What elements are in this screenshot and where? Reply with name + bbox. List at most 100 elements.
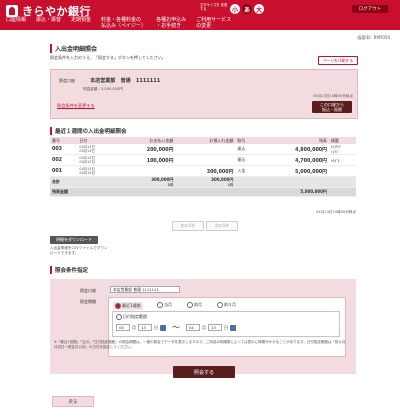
table-row: 001 04月13日 04月13日 300,000円 入金 5,000,000円 — [50, 165, 356, 177]
print-page-button[interactable]: ページを印刷する — [318, 56, 358, 65]
prev-page-button[interactable]: 前の5件 — [172, 221, 204, 231]
font-size-large-button[interactable]: 大 — [254, 4, 264, 14]
nav-account-info[interactable]: 口座情報 — [6, 17, 26, 29]
radio-date-range[interactable]: 日付指定範囲 — [116, 314, 147, 320]
conditions-panel: 照会口座 本店営業部 普通 1111111 照会期間 最近1週間 当月 前月 前… — [50, 279, 356, 374]
to-day-select[interactable]: 13 — [208, 324, 222, 331]
row-payment: 100,000円 — [115, 154, 176, 166]
back-button[interactable]: 戻る — [52, 396, 94, 407]
radio-two-months-ago-label: 前々月 — [224, 302, 236, 307]
row-memo: ｶ)ｺｳﾔﾏ ｼｮｳｼﾞ — [328, 144, 356, 155]
from-day-select[interactable]: 13 — [138, 324, 152, 331]
nav-applications[interactable]: 各種お申込み ・お手続き — [156, 17, 186, 29]
total-label: 合計 — [50, 176, 78, 188]
col-type: 取引 — [235, 137, 259, 144]
account-label: 照会口座 — [59, 78, 75, 83]
calendar-icon[interactable] — [230, 324, 236, 331]
logout-button[interactable]: ログアウト — [352, 5, 388, 13]
nav-time-deposit[interactable]: 定期預金 — [71, 17, 91, 29]
radio-two-months-ago[interactable]: 前々月 — [217, 302, 236, 308]
radio-last-week-label: 最近1週間 — [122, 303, 141, 308]
radio-this-month[interactable]: 当月 — [157, 302, 172, 308]
col-memo: 摘要 — [328, 137, 356, 144]
row-no: 002 — [50, 154, 78, 166]
radio-last-month-label: 前月 — [194, 302, 202, 307]
next-page-button[interactable]: 次の5件 — [206, 221, 238, 231]
nav-transfer[interactable]: 振込・振替 — [36, 17, 61, 29]
csv-note: 入出金明細をCSVファイルでダウンロードできます。 — [50, 246, 108, 255]
day-label: 日 — [224, 324, 228, 330]
transfer-from-account-button[interactable]: この口座から 振込・振替 — [312, 101, 352, 113]
range-tilde: 〜 — [172, 323, 180, 332]
row-balance: 4,700,000円 — [258, 154, 329, 166]
balance-value: 5,000,000円 — [258, 187, 329, 197]
nav-service-change[interactable]: ご利用サービス の変更 — [196, 17, 231, 29]
row-date-2: 04月13日 — [79, 149, 95, 153]
row-payment — [115, 165, 176, 177]
period-hint: ※「最近1週間」「当月」「日付指定範囲」の照会期間は、一度の照会でデータを表示し… — [54, 340, 346, 349]
radio-icon — [116, 314, 122, 320]
row-no: 003 — [50, 144, 78, 155]
csv-download-button[interactable]: 明細をダウンロード — [50, 236, 98, 244]
change-conditions-link[interactable]: 照会条件を変更する — [57, 103, 95, 109]
row-type: 振込 — [235, 144, 259, 155]
date-range-box: 日付指定範囲 04 月 13 日 〜 04 月 13 日 — [112, 311, 340, 337]
transactions-section-title: 最近１週間の入出金明細照会 — [50, 127, 127, 135]
row-balance: 5,000,000円 — [258, 165, 329, 177]
calendar-icon[interactable] — [160, 324, 166, 331]
row-no: 001 — [50, 165, 78, 177]
row-payment: 200,000円 — [115, 144, 176, 155]
row-date: 04月13日 04月13日 — [77, 144, 116, 155]
header-bar: きらやか銀行 文字サイズを 変更する 小 あ 大 ログアウト 口座情報 振込・振… — [0, 0, 400, 30]
radio-icon — [115, 303, 121, 309]
cond-period-label: 照会期間 — [80, 299, 96, 304]
row-date: 04月13日 04月13日 — [77, 154, 116, 166]
table-row: 002 04月13日 04月13日 100,000円 振込 4,700,000円 … — [50, 154, 356, 166]
total-deposit: 300,000円 1件 — [175, 176, 236, 188]
nav-payment[interactable]: 料金・各種料金の 払込み（ペイジー） — [101, 17, 146, 29]
from-month-select[interactable]: 04 — [116, 324, 130, 331]
account-type: 普通 — [120, 78, 131, 84]
page-title: 入出金明細照会 — [50, 44, 97, 53]
account-summary: 照会口座 本店営業部 普通 1111111 残高金額：5,000,000円 04… — [50, 69, 358, 119]
account-branch: 本店営業部 — [90, 78, 116, 84]
row-deposit — [175, 154, 236, 166]
bank-logo[interactable]: きらやか銀行 — [6, 4, 91, 18]
radio-last-week[interactable]: 最近1週間 — [113, 302, 143, 310]
radio-icon — [157, 302, 163, 308]
font-size-small-button[interactable]: 小 — [230, 4, 240, 14]
total-payment-count: 2件 — [167, 183, 174, 187]
row-deposit — [175, 144, 236, 155]
row-date-2: 04月13日 — [79, 171, 95, 175]
radio-this-month-label: 当月 — [164, 302, 172, 307]
divider — [0, 30, 400, 32]
account-select[interactable]: 本店営業部 普通 1111111 — [110, 286, 180, 293]
date-range-inputs: 04 月 13 日 〜 04 月 13 日 — [116, 322, 236, 333]
row-type: 振込 — [235, 154, 259, 166]
row-type: 入金 — [235, 165, 259, 177]
search-button[interactable]: 照会する — [173, 366, 235, 378]
balance-label: 残高金額 — [50, 187, 116, 197]
total-payment: 300,000円 2件 — [115, 176, 176, 188]
to-month-select[interactable]: 04 — [186, 324, 200, 331]
font-size-medium-button[interactable]: あ — [242, 4, 252, 14]
col-payment: お支払い金額 — [115, 137, 176, 144]
transactions-table: 番号 日付 お支払い金額 お預入れ金額 取引 残高 摘要 003 04月13日 0… — [50, 137, 356, 197]
page-instruction: 照会条件を入力のうえ、「照会する」ボタンを押してください。 — [50, 55, 166, 60]
bank-logo-icon — [6, 5, 18, 17]
balance-row: 残高金額 5,000,000円 — [50, 187, 356, 197]
account-number: 1111111 — [135, 78, 161, 84]
table-row: 003 04月13日 04月13日 200,000円 振込 4,800,000円 … — [50, 144, 356, 155]
col-deposit: お預入れ金額 — [175, 137, 236, 144]
row-memo: ﾔﾏｶﾞﾀ — [328, 154, 356, 166]
row-date: 04月13日 04月13日 — [77, 165, 116, 177]
account-timestamp: 04月13日10時00分時点 — [313, 94, 353, 98]
col-date: 日付 — [77, 137, 116, 144]
radio-last-month[interactable]: 前月 — [187, 302, 202, 308]
row-date-2: 04月13日 — [79, 160, 95, 164]
month-label: 月 — [132, 324, 136, 330]
radio-date-range-label: 日付指定範囲 — [123, 314, 147, 319]
conditions-section-title: 照会条件指定 — [50, 266, 88, 274]
total-row: 合計 300,000円 2件 300,000円 1件 — [50, 176, 356, 188]
row-deposit: 300,000円 — [175, 165, 236, 177]
